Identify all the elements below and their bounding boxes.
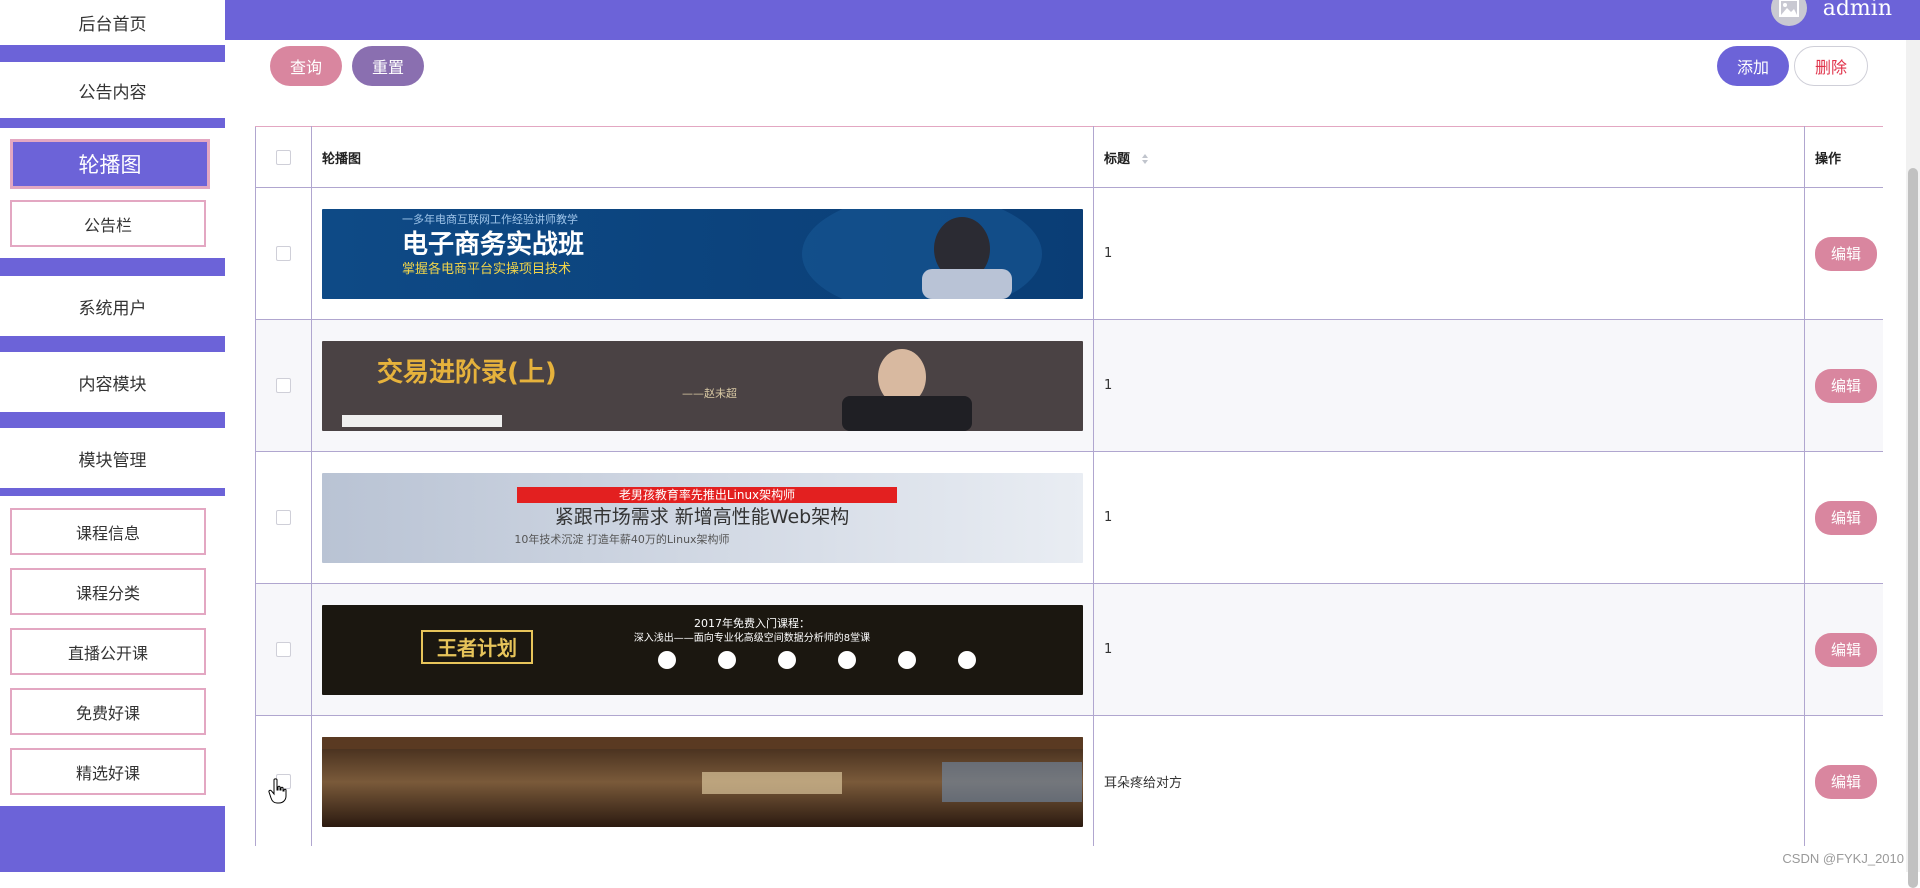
- banner-headline: 王者计划: [437, 636, 517, 660]
- avatar[interactable]: [1770, 0, 1807, 26]
- banner-image[interactable]: 老男孩教育率先推出Linux架构师 紧跟市场需求 新增高性能Web架构 10年技…: [322, 472, 1083, 563]
- row-select-cell[interactable]: [255, 451, 312, 584]
- sidebar-item-selected-course[interactable]: 精选好课: [10, 748, 206, 795]
- banner-top-text: 老男孩教育率先推出Linux架构师: [619, 487, 795, 502]
- edit-button[interactable]: 编辑: [1815, 236, 1877, 271]
- actions-cell: 编辑: [1804, 715, 1883, 846]
- actions-cell: 编辑: [1804, 187, 1883, 320]
- header-title-label: 标题: [1104, 151, 1131, 167]
- banner-subtext: ——赵未超: [682, 386, 737, 400]
- title-cell: 1: [1093, 583, 1805, 716]
- banner-cell: 王者计划 2017年免费入门课程： 深入浅出——面向专业化高级空间数据分析师的8…: [311, 583, 1094, 716]
- select-all-checkbox[interactable]: [276, 149, 291, 165]
- hand-cursor-icon: [268, 778, 287, 804]
- banner-cell: [311, 715, 1094, 846]
- sidebar-item-free-course[interactable]: 免费好课: [10, 688, 206, 735]
- sidebar-item-notice-content[interactable]: 公告内容: [0, 62, 225, 118]
- carousel-table: 轮播图 标题 操作 一多年电商互联网工作经验讲师教学 电子商务实战班 掌握各电商…: [255, 126, 1883, 846]
- row-checkbox[interactable]: [276, 642, 291, 657]
- sidebar-item-carousel[interactable]: 轮播图: [10, 139, 210, 189]
- edit-button[interactable]: 编辑: [1815, 764, 1877, 799]
- sidebar-item-system-users[interactable]: 系统用户: [0, 276, 225, 336]
- table-row: 王者计划 2017年免费入门课程： 深入浅出——面向专业化高级空间数据分析师的8…: [255, 583, 1883, 716]
- banner-image[interactable]: [322, 736, 1083, 827]
- sidebar-item-notice-bar[interactable]: 公告栏: [10, 200, 206, 247]
- banner-image[interactable]: 一多年电商互联网工作经验讲师教学 电子商务实战班 掌握各电商平台实操项目技术: [322, 208, 1083, 299]
- delete-button[interactable]: 删除: [1794, 46, 1868, 86]
- edit-button[interactable]: 编辑: [1815, 368, 1877, 403]
- title-cell: 耳朵疼给对方: [1093, 715, 1805, 846]
- sort-icon[interactable]: [1141, 153, 1149, 165]
- banner-headline: 紧跟市场需求 新增高性能Web架构: [555, 506, 849, 528]
- banner-subtext: 掌握各电商平台实操项目技术: [402, 261, 571, 277]
- sidebar-item-content-module[interactable]: 内容模块: [0, 352, 225, 412]
- banner-subtext: 深入浅出——面向专业化高级空间数据分析师的8堂课: [634, 631, 870, 644]
- actions-cell: 编辑: [1804, 583, 1883, 716]
- table-row: 一多年电商互联网工作经验讲师教学 电子商务实战班 掌握各电商平台实操项目技术 1…: [255, 187, 1883, 320]
- page-scrollbar[interactable]: [1906, 40, 1920, 888]
- select-all-cell[interactable]: [255, 126, 312, 188]
- username: admin: [1822, 0, 1892, 21]
- add-button[interactable]: 添加: [1717, 46, 1789, 86]
- header-actions: 操作: [1804, 126, 1883, 188]
- sidebar-item-module-manage[interactable]: 模块管理: [0, 428, 225, 488]
- reset-button[interactable]: 重置: [352, 46, 424, 86]
- banner-image[interactable]: 交易进阶录(上) ——赵未超: [322, 340, 1083, 431]
- table-header-row: 轮播图 标题 操作: [255, 126, 1883, 188]
- banner-top-text: 2017年免费入门课程：: [694, 616, 810, 630]
- sidebar-item-live-course[interactable]: 直播公开课: [10, 628, 206, 675]
- top-header-bar: admin: [0, 0, 1920, 40]
- watermark: CSDN @FYKJ_2010: [1782, 851, 1904, 866]
- banner-top-text: 一多年电商互联网工作经验讲师教学: [402, 212, 578, 226]
- row-select-cell[interactable]: [255, 583, 312, 716]
- user-menu[interactable]: admin: [1770, 0, 1892, 28]
- sidebar-item-course-info[interactable]: 课程信息: [10, 508, 206, 555]
- sidebar: 后台首页 公告内容 轮播图 公告栏 系统用户 内容模块 模块管理 课程信息 课程…: [0, 0, 225, 872]
- edit-button[interactable]: 编辑: [1815, 632, 1877, 667]
- row-checkbox[interactable]: [276, 510, 291, 525]
- title-cell: 1: [1093, 319, 1805, 452]
- actions-cell: 编辑: [1804, 319, 1883, 452]
- query-button[interactable]: 查询: [270, 46, 342, 86]
- edit-button[interactable]: 编辑: [1815, 500, 1877, 535]
- banner-subtext: 10年技术沉淀 打造年薪40万的Linux架构师: [514, 532, 729, 546]
- row-select-cell[interactable]: [255, 187, 312, 320]
- scrollbar-thumb[interactable]: [1908, 168, 1918, 888]
- title-cell: 1: [1093, 187, 1805, 320]
- title-cell: 1: [1093, 451, 1805, 584]
- banner-image[interactable]: 王者计划 2017年免费入门课程： 深入浅出——面向专业化高级空间数据分析师的8…: [322, 604, 1083, 695]
- table-row: 耳朵疼给对方 编辑: [255, 715, 1883, 846]
- table-row: 交易进阶录(上) ——赵未超 1 编辑: [255, 319, 1883, 452]
- banner-headline: 交易进阶录(上): [377, 357, 557, 388]
- banner-cell: 老男孩教育率先推出Linux架构师 紧跟市场需求 新增高性能Web架构 10年技…: [311, 451, 1094, 584]
- header-title[interactable]: 标题: [1093, 126, 1805, 188]
- sidebar-item-course-category[interactable]: 课程分类: [10, 568, 206, 615]
- sidebar-item-home[interactable]: 后台首页: [0, 0, 225, 45]
- table-row: 老男孩教育率先推出Linux架构师 紧跟市场需求 新增高性能Web架构 10年技…: [255, 451, 1883, 584]
- banner-cell: 交易进阶录(上) ——赵未超: [311, 319, 1094, 452]
- actions-cell: 编辑: [1804, 451, 1883, 584]
- banner-headline: 电子商务实战班: [402, 229, 584, 260]
- header-image: 轮播图: [311, 126, 1094, 188]
- row-select-cell[interactable]: [255, 319, 312, 452]
- image-placeholder-icon: [1778, 0, 1799, 17]
- banner-cell: 一多年电商互联网工作经验讲师教学 电子商务实战班 掌握各电商平台实操项目技术: [311, 187, 1094, 320]
- row-checkbox[interactable]: [276, 378, 291, 393]
- row-checkbox[interactable]: [276, 246, 291, 261]
